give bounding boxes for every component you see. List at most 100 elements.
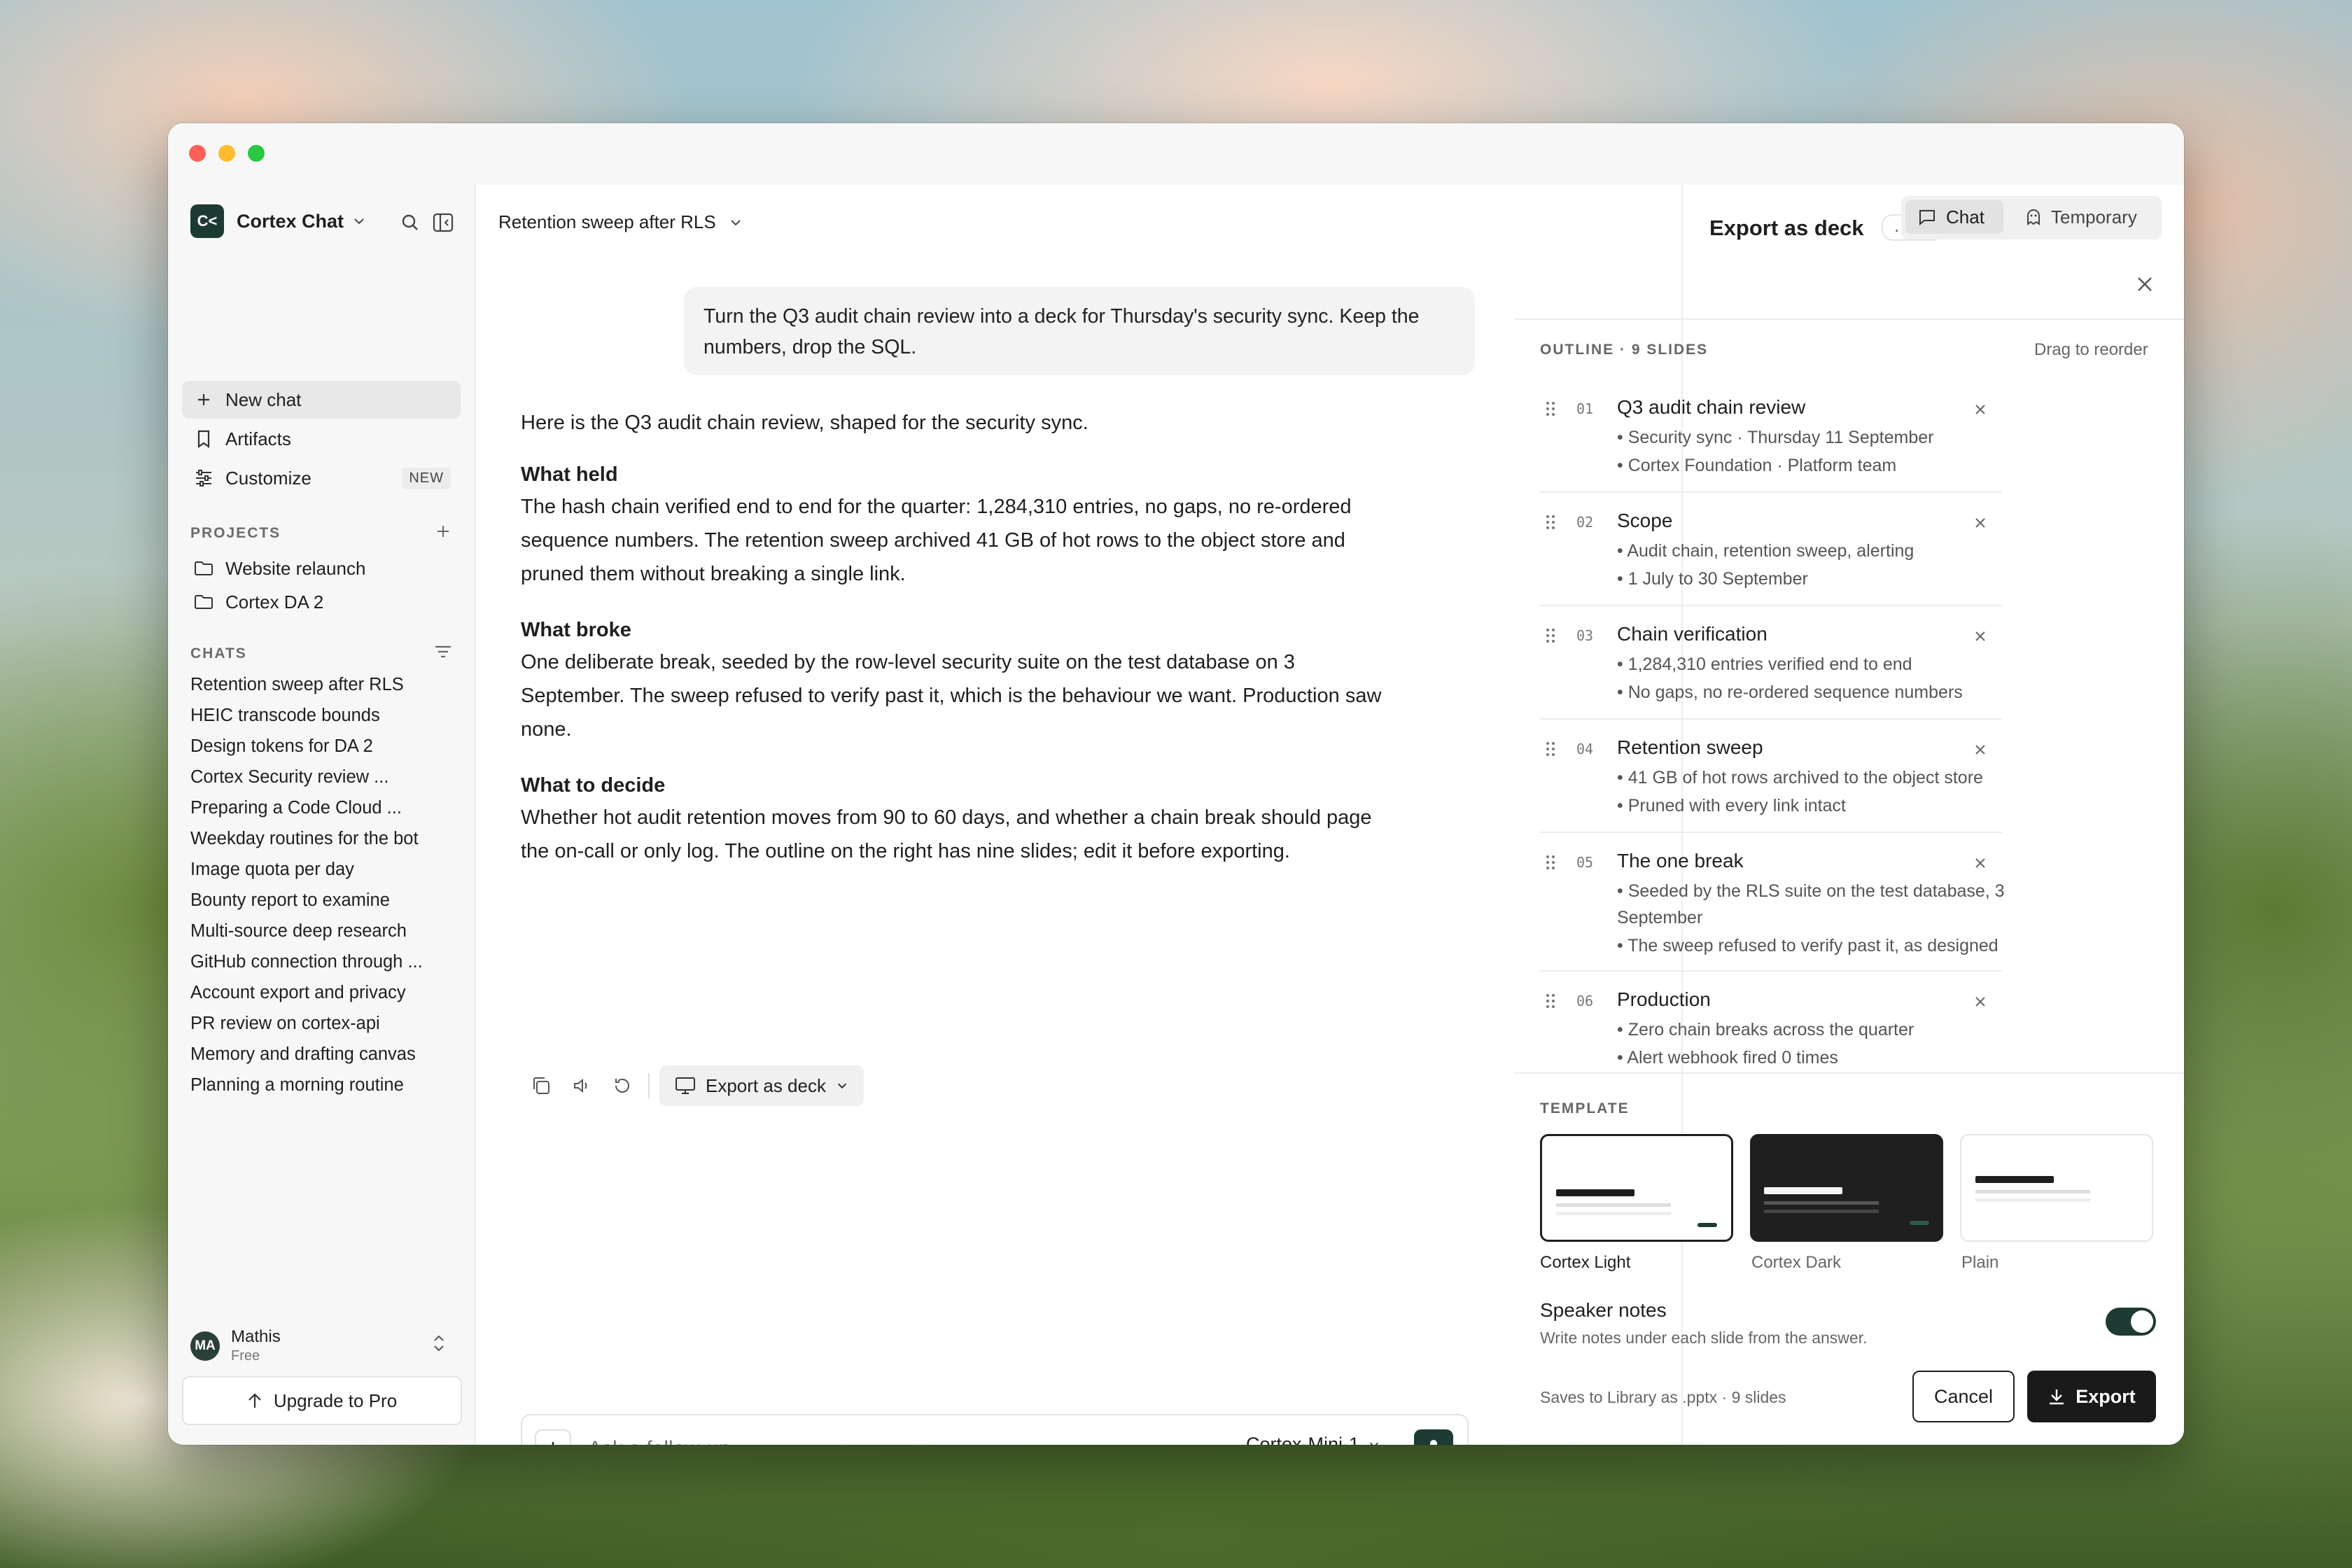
- new-chat-button[interactable]: New chat: [182, 381, 461, 419]
- slide-bullet: • Alert webhook fired 0 times: [1617, 1048, 1838, 1068]
- chat-item[interactable]: Cortex Security review ...: [190, 767, 388, 788]
- chat-item[interactable]: Planning a morning routine: [190, 1075, 404, 1096]
- template-card-cortex-light[interactable]: [1540, 1134, 1733, 1242]
- drag-handle-icon[interactable]: [1546, 741, 1555, 761]
- remove-slide-icon[interactable]: [1973, 855, 1988, 874]
- template-preview: [1975, 1190, 2090, 1194]
- section-body: The hash chain verified end to end for t…: [521, 496, 1352, 585]
- voice-button[interactable]: [1414, 1429, 1453, 1445]
- reorder-hint: Drag to reorder: [2034, 340, 2148, 359]
- monitor-icon: [675, 1077, 696, 1095]
- artifacts-link[interactable]: Artifacts: [182, 420, 461, 458]
- close-icon[interactable]: [2135, 274, 2155, 298]
- drag-handle-icon[interactable]: [1546, 854, 1555, 874]
- template-card-cortex-dark[interactable]: [1750, 1134, 1943, 1242]
- slide-bullet-text: Zero chain breaks across the quarter: [1628, 1020, 1914, 1040]
- remove-slide-icon[interactable]: [1973, 402, 1988, 421]
- remove-slide-icon[interactable]: [1973, 742, 1988, 761]
- chat-item[interactable]: Preparing a Code Cloud ...: [190, 798, 402, 818]
- conversation-title-menu[interactable]: Retention sweep after RLS: [498, 211, 743, 233]
- slide-divider: [1540, 970, 2002, 972]
- chat-item[interactable]: Weekday routines for the bot: [190, 829, 419, 849]
- close-window-button[interactable]: [189, 145, 206, 162]
- template-card-plain[interactable]: [1960, 1134, 2153, 1242]
- project-item[interactable]: Cortex DA 2: [182, 585, 461, 619]
- speaker-notes-toggle[interactable]: [2106, 1308, 2156, 1336]
- slide-item[interactable]: 02 Scope • Audit chain, retention sweep,…: [1540, 510, 2002, 601]
- customize-link[interactable]: Customize NEW: [182, 459, 461, 497]
- drag-handle-icon[interactable]: [1546, 627, 1555, 648]
- cancel-button[interactable]: Cancel: [1912, 1371, 2015, 1422]
- outline-label: OUTLINE · 9 SLIDES: [1540, 342, 1709, 358]
- drag-handle-icon[interactable]: [1546, 514, 1555, 534]
- section-heading-text: What held: [521, 463, 618, 486]
- section-body: One deliberate break, seeded by the row-…: [521, 651, 1382, 741]
- add-project-icon[interactable]: [435, 524, 451, 542]
- slide-bullet: • 1 July to 30 September: [1617, 569, 1808, 589]
- folder-icon: [192, 594, 216, 610]
- cancel-label: Cancel: [1933, 1385, 1994, 1407]
- drag-handle-icon[interactable]: [1546, 400, 1555, 421]
- filter-icon[interactable]: [434, 644, 452, 663]
- panel-header-divider: [1515, 318, 2184, 320]
- chat-item[interactable]: Multi-source deep research: [190, 921, 407, 941]
- chat-item[interactable]: Design tokens for DA 2: [190, 736, 373, 757]
- answer-intro: Here is the Q3 audit chain review, shape…: [521, 412, 1088, 434]
- slide-title: Scope: [1617, 510, 1673, 531]
- slide-item[interactable]: 04 Retention sweep • 41 GB of hot rows a…: [1540, 736, 2002, 827]
- toggle-knob: [2131, 1310, 2153, 1333]
- chat-item[interactable]: Account export and privacy: [190, 983, 406, 1003]
- slide-item[interactable]: 01 Q3 audit chain review • Security sync…: [1540, 396, 2002, 487]
- chats-section-label: CHATS: [190, 645, 247, 662]
- remove-slide-icon[interactable]: [1973, 629, 1988, 648]
- tab-chat[interactable]: Chat: [1905, 200, 2003, 234]
- drag-handle-icon[interactable]: [1546, 993, 1555, 1013]
- slide-number: 01: [1576, 400, 1594, 417]
- slide-item[interactable]: 05 The one break • Seeded by the RLS sui…: [1540, 850, 2005, 969]
- slide-bullet-text: Alert webhook fired 0 times: [1627, 1048, 1838, 1068]
- collapse-sidebar-icon[interactable]: [433, 213, 454, 236]
- minimize-window-button[interactable]: [218, 145, 235, 162]
- regenerate-icon[interactable]: [602, 1065, 643, 1106]
- project-item[interactable]: Website relaunch: [182, 552, 461, 585]
- conversation-pane: Retention sweep after RLS Turn the Q3 au…: [476, 185, 1680, 1445]
- remove-slide-icon[interactable]: [1973, 994, 1988, 1013]
- speaker-icon[interactable]: [561, 1065, 602, 1106]
- sidebar: C< Cortex Chat New chat Artifacts Custom…: [168, 185, 476, 1445]
- title-bar: [168, 123, 2184, 185]
- template-preview: [1764, 1201, 1879, 1205]
- chat-item[interactable]: Image quota per day: [190, 860, 354, 880]
- copy-icon[interactable]: [521, 1065, 561, 1106]
- chat-item[interactable]: Memory and drafting canvas: [190, 1044, 416, 1065]
- follow-up-input[interactable]: [587, 1431, 1121, 1445]
- remove-slide-icon[interactable]: [1973, 515, 1988, 534]
- slide-bullet: • 1,284,310 entries verified end to end: [1617, 654, 1912, 674]
- attach-button[interactable]: [535, 1429, 571, 1445]
- chevron-updown-icon[interactable]: [431, 1333, 447, 1357]
- chat-item[interactable]: Bounty report to examine: [190, 890, 390, 911]
- model-selector[interactable]: Cortex-Mini-1: [1246, 1434, 1380, 1445]
- upgrade-button[interactable]: Upgrade to Pro: [182, 1376, 462, 1425]
- export-button[interactable]: Export: [2027, 1371, 2156, 1422]
- account-menu[interactable]: MA Mathis Free: [190, 1327, 281, 1364]
- slide-item[interactable]: 06 Production • Zero chain breaks across…: [1540, 988, 2002, 1071]
- slide-bullet-text: Pruned with every link intact: [1628, 796, 1846, 816]
- message-actions: Export as deck: [521, 1065, 864, 1106]
- export-as-deck-button[interactable]: Export as deck: [659, 1065, 864, 1106]
- template-preview: [1975, 1176, 2054, 1183]
- tab-temporary[interactable]: Temporary: [2010, 200, 2157, 234]
- search-icon[interactable]: [400, 213, 420, 236]
- slide-bullet: • Cortex Foundation · Platform team: [1617, 456, 1897, 475]
- new-badge: NEW: [402, 467, 451, 489]
- slide-number: 06: [1576, 993, 1594, 1009]
- workspace-switcher[interactable]: C< Cortex Chat: [190, 204, 366, 238]
- template-preview: [1556, 1189, 1634, 1196]
- chat-item[interactable]: HEIC transcode bounds: [190, 706, 380, 726]
- zoom-window-button[interactable]: [248, 145, 265, 162]
- slide-item[interactable]: 03 Chain verification • 1,284,310 entrie…: [1540, 623, 2002, 714]
- slide-divider: [1540, 718, 2002, 720]
- chat-item[interactable]: PR review on cortex-api: [190, 1014, 380, 1034]
- chat-item[interactable]: Retention sweep after RLS: [190, 675, 404, 695]
- folder-icon: [192, 561, 216, 576]
- chat-item[interactable]: GitHub connection through ...: [190, 952, 423, 972]
